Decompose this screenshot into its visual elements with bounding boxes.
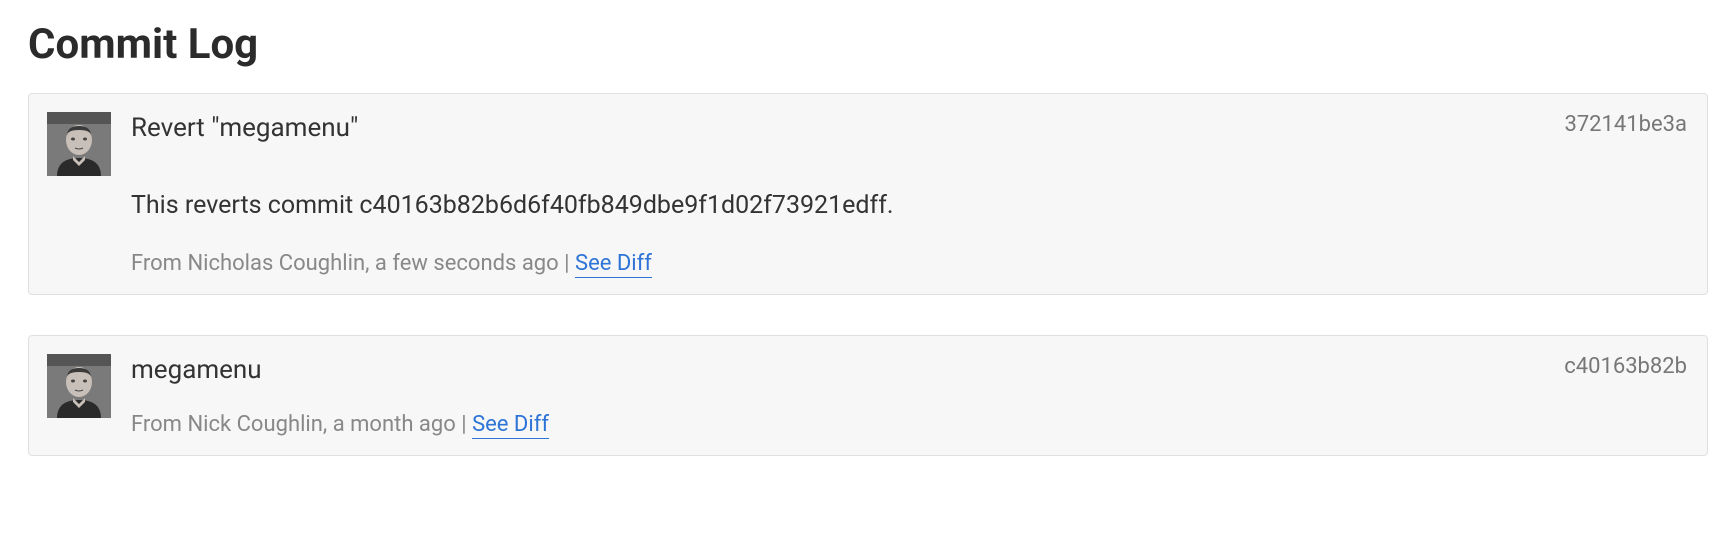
commit-hash: 372141be3a [1564, 112, 1687, 137]
meta-from-prefix: From [131, 251, 182, 276]
commit-time: a month ago [333, 412, 456, 437]
commit-body: megamenu c40163b82b From Nick Coughlin, … [131, 354, 1687, 437]
avatar [47, 354, 111, 418]
commit-header: megamenu c40163b82b [131, 354, 1687, 388]
commit-author: Nick Coughlin [187, 412, 322, 437]
commit-message: This reverts commit c40163b82b6d6f40fb84… [131, 188, 1687, 223]
commit-title: megamenu [131, 354, 262, 388]
meta-comma: , [323, 412, 333, 437]
meta-separator: | [564, 251, 575, 276]
avatar [47, 112, 111, 176]
page-title: Commit Log [28, 20, 1708, 69]
commit-card: Revert "megamenu" 372141be3a This revert… [28, 93, 1708, 295]
commit-card: megamenu c40163b82b From Nick Coughlin, … [28, 335, 1708, 456]
see-diff-link[interactable]: See Diff [575, 251, 652, 278]
commit-meta: From Nicholas Coughlin, a few seconds ag… [131, 251, 1687, 276]
meta-separator: | [461, 412, 472, 437]
commit-body: Revert "megamenu" 372141be3a This revert… [131, 112, 1687, 276]
meta-from-prefix: From [131, 412, 182, 437]
avatar-icon [47, 354, 111, 418]
avatar-icon [47, 112, 111, 176]
commit-meta: From Nick Coughlin, a month ago | See Di… [131, 412, 1687, 437]
commit-title: Revert "megamenu" [131, 112, 358, 146]
commit-hash: c40163b82b [1564, 354, 1687, 379]
commit-header: Revert "megamenu" 372141be3a [131, 112, 1687, 146]
meta-comma: , [365, 251, 375, 276]
commit-time: a few seconds ago [375, 251, 559, 276]
see-diff-link[interactable]: See Diff [472, 412, 549, 439]
commit-author: Nicholas Coughlin [187, 251, 365, 276]
